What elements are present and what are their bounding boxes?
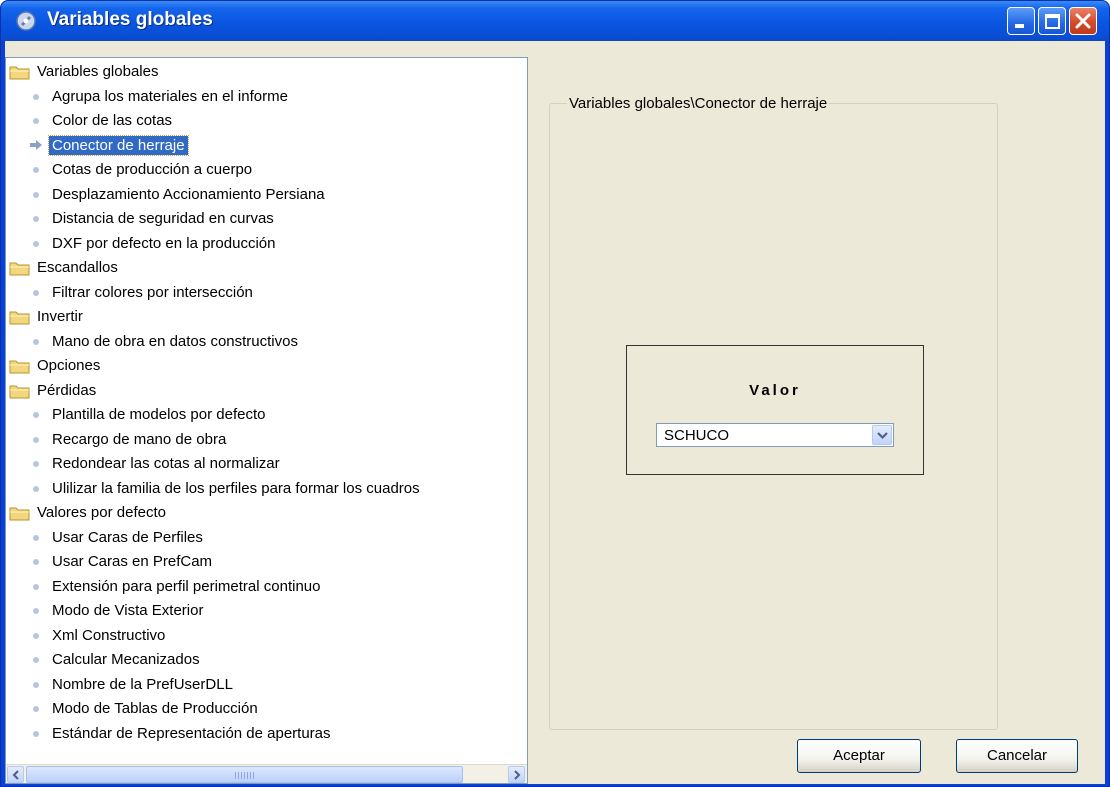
arrow-right-icon bbox=[30, 139, 42, 150]
tree-node-label: Xml Constructivo bbox=[52, 626, 166, 644]
tree-node-label: Nombre de la PrefUserDLL bbox=[52, 675, 233, 693]
tree-node-label: Plantilla de modelos por defecto bbox=[52, 406, 266, 423]
tree-node-label: Variables globales bbox=[37, 63, 159, 80]
folder-icon bbox=[9, 262, 30, 276]
folder-icon bbox=[9, 66, 30, 80]
scroll-right-button[interactable] bbox=[508, 766, 525, 783]
bullet-icon bbox=[33, 657, 39, 663]
bullet-icon bbox=[33, 216, 39, 222]
bullet-icon bbox=[33, 436, 39, 443]
scroll-thumb[interactable] bbox=[26, 766, 463, 783]
folder-icon bbox=[9, 360, 30, 374]
tree-node-label: Filtrar colores por intersección bbox=[52, 283, 253, 301]
folder-icon bbox=[9, 311, 30, 325]
minimize-button[interactable] bbox=[1007, 7, 1035, 35]
grip-icon bbox=[235, 772, 255, 779]
bullet-icon bbox=[33, 338, 39, 345]
minimize-icon bbox=[1015, 24, 1024, 28]
tree-node-label: Modo de Vista Exterior bbox=[52, 602, 204, 619]
bullet-icon bbox=[33, 412, 39, 418]
chevron-right-icon bbox=[514, 770, 521, 780]
tree-node-label: Calcular Mecanizados bbox=[52, 651, 200, 668]
maximize-button[interactable] bbox=[1038, 7, 1066, 35]
bullet-icon bbox=[33, 240, 39, 247]
tree-node-label: Recargo de mano de obra bbox=[52, 430, 227, 448]
tree-node-label: DXF por defecto en la producción bbox=[52, 234, 276, 252]
tree-node-label: Pérdidas bbox=[37, 381, 97, 399]
dialog-window: Variables globales Variables globales Agr… bbox=[0, 0, 1110, 787]
tree-node-label: Modo de Tablas de Producción bbox=[52, 700, 258, 717]
tree-node-label: Invertir bbox=[37, 308, 83, 325]
bullet-icon bbox=[33, 681, 39, 688]
bullet-icon bbox=[33, 485, 39, 492]
tree-node-label: Extensión para perfil perimetral continu… bbox=[52, 577, 321, 595]
tree-node-label: Cotas de producción a cuerpo bbox=[52, 161, 253, 178]
chevron-down-icon bbox=[877, 432, 888, 440]
bullet-icon bbox=[33, 534, 39, 541]
tree-node-label: Valores por defecto bbox=[37, 504, 166, 521]
tree-node-label: Usar Caras de Perfiles bbox=[52, 528, 203, 546]
scroll-left-button[interactable] bbox=[7, 766, 24, 783]
bullet-icon bbox=[33, 289, 39, 296]
groupbox-label: Variables globales\Conector de herraje bbox=[567, 95, 830, 112]
valor-title: Valor bbox=[749, 382, 801, 399]
tree-node-label: Ulilizar la familia de los perfiles para… bbox=[52, 479, 420, 497]
valor-dropdown[interactable]: SCHUCO bbox=[656, 423, 894, 447]
valor-panel: Valor SCHUCO bbox=[626, 345, 924, 475]
folder-icon bbox=[9, 385, 30, 398]
window-title: Variables globales bbox=[47, 9, 213, 30]
bullet-icon bbox=[33, 191, 39, 198]
variables-tree[interactable]: Variables globales Agrupa los materiales … bbox=[5, 57, 528, 784]
horizontal-scrollbar[interactable] bbox=[6, 764, 527, 783]
app-gear-icon bbox=[16, 11, 36, 31]
bullet-icon bbox=[33, 706, 39, 712]
close-button[interactable] bbox=[1069, 7, 1097, 35]
tree-node-label: Estándar de Representación de aperturas bbox=[52, 724, 331, 742]
bullet-icon bbox=[33, 632, 39, 639]
tree-node-label: Escandallos bbox=[37, 259, 118, 276]
tree-node-label: Distancia de seguridad en curvas bbox=[52, 210, 274, 227]
accept-button[interactable]: Aceptar bbox=[797, 739, 921, 773]
title-bar[interactable]: Variables globales bbox=[1, 1, 1109, 41]
dialog-client-area: Variables globales Agrupa los materiales … bbox=[5, 41, 1105, 784]
bullet-icon bbox=[33, 608, 39, 614]
tree-node-label: Usar Caras en PrefCam bbox=[52, 553, 213, 570]
tree-node-label: Agrupa los materiales en el informe bbox=[52, 87, 288, 105]
bullet-icon bbox=[33, 583, 39, 590]
cancel-button[interactable]: Cancelar bbox=[956, 739, 1078, 773]
tree-node-label: Desplazamiento Accionamiento Persiana bbox=[52, 185, 325, 203]
tree-node-label: Color de las cotas bbox=[52, 112, 173, 129]
folder-icon bbox=[9, 507, 30, 521]
bullet-icon bbox=[33, 118, 39, 124]
dropdown-selected-value: SCHUCO bbox=[664, 427, 730, 444]
tree-node-label: Opciones bbox=[37, 357, 101, 374]
bullet-icon bbox=[33, 461, 39, 467]
tree-node-label: Conector de herraje bbox=[48, 134, 189, 156]
dropdown-button[interactable] bbox=[872, 425, 892, 445]
bullet-icon bbox=[33, 559, 39, 565]
bullet-icon bbox=[33, 730, 39, 737]
tree-node-label: Redondear las cotas al normalizar bbox=[52, 455, 280, 472]
bullet-icon bbox=[33, 167, 39, 173]
close-icon bbox=[1075, 13, 1091, 29]
maximize-icon bbox=[1045, 14, 1060, 29]
tree-node-label: Mano de obra en datos constructivos bbox=[52, 332, 298, 350]
bullet-icon bbox=[33, 93, 39, 100]
chevron-left-icon bbox=[12, 770, 19, 780]
